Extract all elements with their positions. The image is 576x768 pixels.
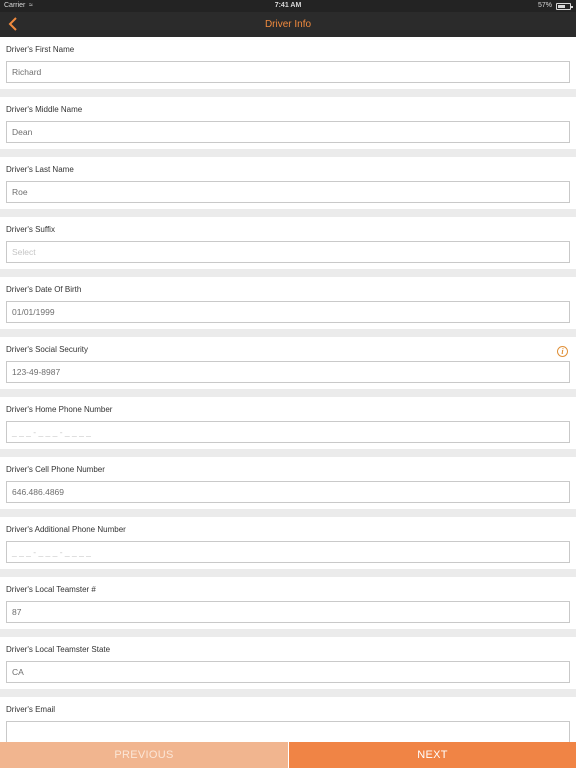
- social-security-input[interactable]: 123-49-8987: [6, 361, 570, 383]
- home-phone-number-input[interactable]: _ _ _ - _ _ _ - _ _ _ _: [6, 421, 570, 443]
- status-time: 7:41 AM: [274, 2, 302, 9]
- field-label: Driver's Date Of Birth: [6, 285, 82, 294]
- email-input[interactable]: [6, 721, 570, 742]
- field-first-name: Driver's First Name Richard: [0, 37, 576, 89]
- battery-icon: [556, 3, 573, 10]
- battery-percent: 57%: [537, 2, 552, 9]
- middle-name-input[interactable]: Dean: [6, 121, 570, 143]
- field-label: Driver's Suffix: [6, 225, 55, 234]
- previous-button[interactable]: PREVIOUS: [0, 742, 288, 768]
- status-bar: Carrier ≈ 7:41 AM 57%: [0, 0, 576, 12]
- field-last-name: Driver's Last Name Roe: [0, 157, 576, 209]
- cell-phone-number-input[interactable]: 646.486.4869: [6, 481, 570, 503]
- additional-phone-number-input[interactable]: _ _ _ - _ _ _ - _ _ _ _: [6, 541, 570, 563]
- driver-info-form: Driver's First Name Richard Driver's Middl…: [0, 37, 576, 742]
- next-button[interactable]: NEXT: [288, 742, 576, 768]
- bottom-navigation: PREVIOUS NEXT: [0, 742, 576, 768]
- field-label: Driver's First Name: [6, 45, 75, 54]
- page-title: Driver Info: [264, 19, 312, 30]
- suffix-input[interactable]: Select: [6, 241, 570, 263]
- field-additional-phone-number: Driver's Additional Phone Number _ _ _ - …: [0, 517, 576, 569]
- field-suffix: Driver's Suffix Select: [0, 217, 576, 269]
- field-label: Driver's Social Security: [6, 345, 88, 354]
- field-middle-name: Driver's Middle Name Dean: [0, 97, 576, 149]
- info-icon[interactable]: i: [557, 346, 568, 357]
- field-label: Driver's Cell Phone Number: [6, 465, 105, 474]
- field-label: Driver's Home Phone Number: [6, 405, 113, 414]
- field-local-teamster: Driver's Local Teamster # 87: [0, 577, 576, 629]
- navigation-bar: Driver Info: [0, 12, 576, 37]
- field-email: Driver's Email: [0, 697, 576, 742]
- local-teamster-state-input[interactable]: CA: [6, 661, 570, 683]
- field-home-phone-number: Driver's Home Phone Number _ _ _ - _ _ _ …: [0, 397, 576, 449]
- date-of-birth-input[interactable]: 01/01/1999: [6, 301, 570, 323]
- field-cell-phone-number: Driver's Cell Phone Number 646.486.4869: [0, 457, 576, 509]
- field-label: Driver's Local Teamster #: [6, 585, 96, 594]
- field-label: Driver's Local Teamster State: [6, 645, 111, 654]
- driver-info-screen: Carrier ≈ 7:41 AM 57% Driver Info Driver…: [0, 0, 576, 768]
- field-local-teamster-state: Driver's Local Teamster State CA: [0, 637, 576, 689]
- field-date-of-birth: Driver's Date Of Birth 01/01/1999: [0, 277, 576, 329]
- field-label: Driver's Middle Name: [6, 105, 83, 114]
- field-label: Driver's Additional Phone Number: [6, 525, 126, 534]
- field-label: Driver's Email: [6, 705, 56, 714]
- field-label: Driver's Last Name: [6, 165, 74, 174]
- field-social-security: Driver's Social Security i 123-49-8987: [0, 337, 576, 389]
- local-teamster-input[interactable]: 87: [6, 601, 570, 623]
- first-name-input[interactable]: Richard: [6, 61, 570, 83]
- battery-fill: [558, 5, 566, 8]
- last-name-input[interactable]: Roe: [6, 181, 570, 203]
